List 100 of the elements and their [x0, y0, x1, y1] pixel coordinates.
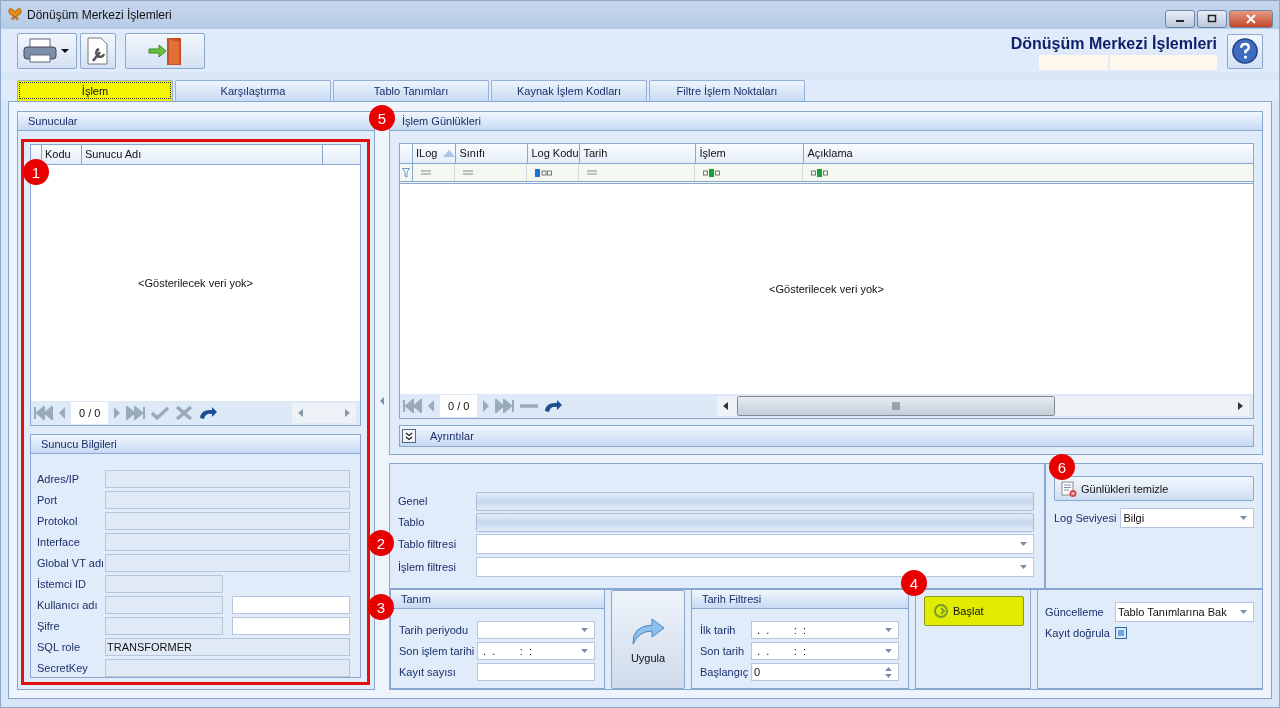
column-header[interactable]: ILog	[413, 144, 457, 163]
equals-icon[interactable]	[421, 170, 431, 175]
field-label: Son işlem tarihi	[399, 645, 476, 657]
tab[interactable]: İşlem	[17, 80, 173, 101]
exit-button[interactable]	[125, 33, 205, 69]
field-label: Tablo	[398, 516, 426, 528]
field-label: İstemci ID	[37, 578, 87, 590]
equals-icon[interactable]	[587, 170, 597, 175]
field-label: İlk tarih	[700, 624, 737, 636]
field-label: Log Seviyesi	[1054, 512, 1117, 524]
dropdown-arrow-icon[interactable]	[885, 628, 892, 632]
contains-icon[interactable]	[703, 168, 720, 177]
curved-arrow-icon	[630, 615, 666, 646]
sort-ascending-icon[interactable]	[443, 150, 456, 157]
dropdown-arrow-icon[interactable]	[885, 649, 892, 653]
print-preview-button[interactable]	[80, 33, 116, 69]
first-record-icon[interactable]	[33, 406, 53, 420]
field-label: Tablo filtresi	[398, 538, 458, 550]
input-field[interactable]: TRANSFORMER	[105, 638, 350, 656]
scrollbar-thumb[interactable]	[737, 396, 1056, 416]
contains-icon[interactable]	[811, 168, 828, 177]
dropdown-arrow-icon[interactable]	[1020, 542, 1027, 546]
expand-icon[interactable]	[402, 429, 416, 443]
window-title: Dönüşüm Merkezi İşlemleri	[27, 8, 172, 22]
column-header[interactable]: Açıklama	[804, 144, 1253, 163]
field-label: Başlangıç	[700, 666, 750, 678]
scroll-right-icon[interactable]	[1237, 402, 1243, 410]
help-button[interactable]	[1227, 33, 1263, 69]
group-header: Tarih Filtresi	[692, 590, 908, 609]
column-header[interactable]: İşlem	[696, 144, 805, 163]
minimize-button[interactable]	[1165, 10, 1195, 28]
tab[interactable]: Karşılaştırma	[175, 80, 331, 101]
maximize-button[interactable]	[1197, 10, 1227, 28]
info-box	[1039, 54, 1108, 70]
input-field[interactable]	[105, 491, 350, 509]
clear-logs-button[interactable]: Günlükleri temizle	[1054, 476, 1254, 501]
last-record-icon[interactable]	[126, 406, 147, 420]
field-label: Kayıt sayısı	[399, 666, 457, 678]
close-button[interactable]	[1229, 10, 1273, 28]
input-field[interactable]	[477, 663, 595, 681]
input-field[interactable]	[105, 533, 350, 551]
first-record-icon[interactable]	[402, 399, 422, 413]
dropdown-arrow-icon[interactable]	[581, 628, 588, 632]
start-button[interactable]: Başlat	[924, 596, 1024, 626]
horizontal-scrollbar[interactable]	[717, 396, 1249, 416]
field-label: Kayıt doğrula	[1045, 627, 1111, 639]
previous-record-icon[interactable]	[426, 399, 436, 413]
dropdown-field[interactable]: Bilgi	[1120, 508, 1254, 528]
input-field[interactable]	[105, 575, 223, 593]
input-field[interactable]	[105, 617, 223, 635]
collapse-arrow-icon[interactable]	[380, 396, 384, 405]
column-header[interactable]: Log Kodu	[528, 144, 581, 163]
print-button[interactable]	[17, 33, 77, 69]
field-label: Son tarih	[700, 645, 746, 657]
dropdown-arrow-icon[interactable]	[1240, 516, 1247, 520]
checkmark-icon[interactable]	[150, 406, 171, 420]
dropdown-field[interactable]: Tablo Tanımlarına Bak	[1115, 602, 1254, 622]
tab[interactable]: Kaynak İşlem Kodları	[491, 80, 647, 101]
dropdown-arrow-icon[interactable]	[1240, 610, 1247, 614]
input-field[interactable]	[105, 470, 350, 488]
filter-icon[interactable]	[402, 167, 410, 178]
column-header[interactable]: Sunucu Adı	[82, 145, 323, 164]
input-field[interactable]	[105, 659, 350, 677]
next-record-icon[interactable]	[112, 406, 123, 420]
column-header[interactable]: Tarih	[580, 144, 697, 163]
scroll-left-icon[interactable]	[723, 402, 730, 410]
previous-record-icon[interactable]	[57, 406, 67, 420]
details-bar[interactable]: Ayrıntılar	[399, 425, 1254, 447]
checkbox[interactable]	[1115, 627, 1127, 639]
input-field[interactable]	[232, 596, 350, 614]
dropdown-field[interactable]	[476, 534, 1034, 554]
input-field[interactable]	[105, 554, 350, 572]
tab[interactable]: Tablo Tanımları	[333, 80, 489, 101]
field-label: İşlem filtresi	[398, 561, 458, 573]
begins-with-icon[interactable]	[535, 168, 552, 177]
last-record-icon[interactable]	[495, 399, 516, 413]
apply-button[interactable]: Uygula	[611, 590, 685, 689]
dropdown-field[interactable]: . . : :	[751, 621, 899, 639]
dropdown-field[interactable]: . . : :	[751, 642, 899, 660]
empty-message: <Gösterilecek veri yok>	[769, 283, 884, 295]
field-label: Interface	[37, 536, 81, 548]
dropdown-arrow-icon[interactable]	[1020, 565, 1027, 569]
equals-icon[interactable]	[463, 170, 473, 175]
dropdown-field[interactable]	[477, 621, 595, 639]
column-header[interactable]: Sınıfı	[456, 144, 529, 163]
field-label: Güncelleme	[1045, 606, 1105, 618]
dropdown-field[interactable]: . . : :	[477, 642, 595, 660]
field-label: Adres/IP	[37, 473, 81, 485]
butterfly-icon	[7, 7, 23, 23]
field-label: Global VT adı	[37, 557, 105, 569]
dropdown-field[interactable]	[476, 557, 1034, 577]
input-field[interactable]	[105, 512, 350, 530]
dropdown-arrow-icon[interactable]	[581, 649, 588, 653]
spin-arrows-icon[interactable]	[885, 666, 892, 678]
input-field[interactable]	[232, 617, 350, 635]
tab[interactable]: Filtre İşlem Noktaları	[649, 80, 805, 101]
next-record-icon[interactable]	[481, 399, 492, 413]
spin-field[interactable]: 0	[751, 663, 899, 681]
field-label: Kullanıcı adı	[37, 599, 99, 611]
input-field[interactable]	[105, 596, 223, 614]
